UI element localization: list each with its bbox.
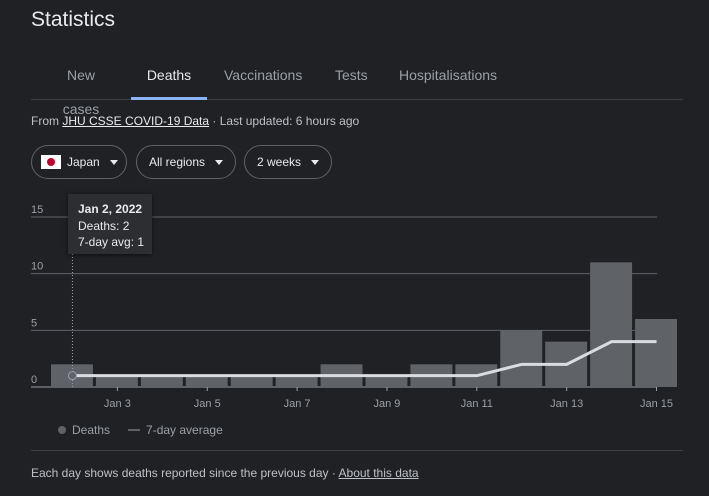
bar [185,375,228,387]
x-tick-label: Jan 13 [550,398,583,410]
region-dropdown[interactable]: All regions [136,145,236,179]
x-tick-label: Jan 9 [374,398,401,410]
tab-deaths[interactable]: Deaths [131,58,207,100]
tab-tests[interactable]: Tests [335,58,368,99]
bar [590,262,633,387]
x-tick-label: Jan 7 [284,398,311,410]
divider [31,450,683,451]
y-tick-label: 15 [31,204,43,216]
tab-bar: New cases Deaths Vaccinations Tests Hosp… [31,58,683,117]
bars [51,262,677,387]
legend-avg-line-icon [128,429,141,431]
footer-text: Each day shows deaths reported since the… [31,466,339,480]
chevron-down-icon [215,159,224,165]
tooltip-date: Jan 2, 2022 [78,202,143,216]
region-label: All regions [149,155,206,169]
chevron-down-icon [311,159,320,165]
tab-vaccinations[interactable]: Vaccinations [224,58,302,99]
footer: Each day shows deaths reported since the… [31,466,419,480]
about-data-link[interactable]: About this data [339,466,419,480]
x-tick-label: Jan 3 [104,398,131,410]
y-tick-label: 0 [31,374,37,386]
x-axis-labels: Jan 3 Jan 5 Jan 7 Jan 9 Jan 11 Jan 13 Jan 15 [104,387,673,410]
last-updated: · Last updated: 6 hours ago [209,114,360,128]
legend-avg: 7-day average [146,423,223,437]
bar [365,375,408,387]
chart-legend: Deaths 7-day average [58,423,223,437]
source-line: From JHU CSSE COVID-19 Data · Last updat… [31,114,359,128]
bar [635,319,677,387]
bar [500,330,543,387]
bar [230,375,273,387]
y-tick-label: 5 [31,317,37,329]
japan-flag-icon [41,155,61,169]
legend-deaths-dot-icon [58,426,66,434]
source-prefix: From [31,114,63,128]
tooltip-deaths: Deaths: 2 [78,219,130,233]
chevron-down-icon [109,159,118,165]
period-label: 2 weeks [257,155,302,169]
tooltip: Jan 2, 2022 Deaths: 2 7-day avg: 1 [68,194,152,254]
tab-new-cases[interactable]: New cases [47,58,115,117]
source-link[interactable]: JHU CSSE COVID-19 Data [62,114,209,128]
x-tick-label: Jan 15 [640,398,673,410]
tooltip-avg: 7-day avg: 1 [78,235,145,249]
page-title: Statistics [31,8,116,31]
bar [95,375,138,387]
hover-point [67,371,77,381]
x-tick-label: Jan 5 [194,398,221,410]
country-dropdown[interactable]: Japan [31,145,127,179]
bar [275,375,318,387]
period-dropdown[interactable]: 2 weeks [244,145,332,179]
bar [140,375,183,387]
x-tick-label: Jan 11 [461,398,493,410]
tab-hospitalisations[interactable]: Hospitalisations [399,58,497,99]
country-label: Japan [67,155,100,169]
y-tick-label: 10 [31,261,43,273]
legend-deaths: Deaths [72,423,111,437]
